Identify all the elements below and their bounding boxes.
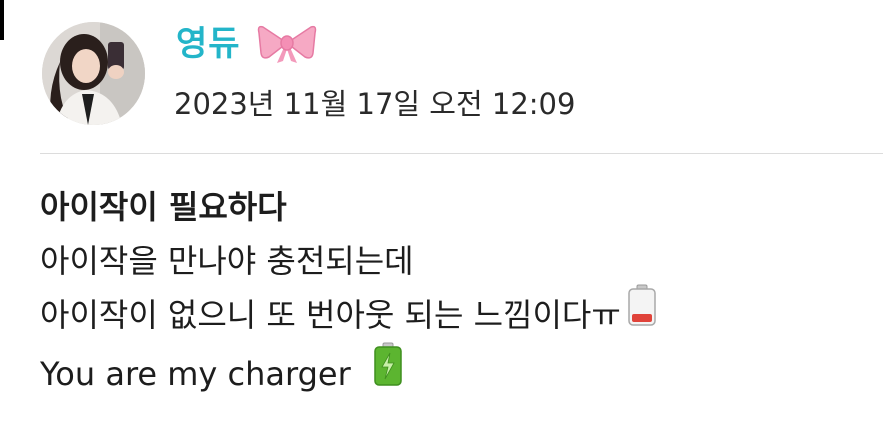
low-battery-icon [627,284,657,342]
post-line-1: 아이작이 필요하다 [40,188,287,226]
post-header: 영듀 2023년 11월 17일 오전 12:09 [0,0,883,152]
post-timestamp: 2023년 11월 17일 오전 12:09 [174,87,576,121]
post-line-3-text: 아이작이 없으니 또 번아웃 되는 느낌이다ㅠ [40,296,621,334]
full-battery-icon [373,342,403,402]
author-name-label: 영듀 [176,24,241,64]
post-card: 영듀 2023년 11월 17일 오전 12:09 아이작이 필요하다 아이작을… [0,0,883,440]
post-line-3: 아이작이 없으니 또 번아웃 되는 느낌이다ㅠ [40,284,860,346]
post-line-2: 아이작을 만나야 충전되는데 [40,242,414,280]
post-line-4-text: You are my charger [40,355,351,393]
divider [40,153,883,154]
author-name[interactable]: 영듀 [176,20,317,68]
pink-ribbon-icon [257,23,317,63]
post-line-4: You are my charger [40,342,860,406]
avatar[interactable] [42,22,145,125]
profile-photo-icon [42,22,145,125]
post-body: 아이작이 필요하다 아이작을 만나야 충전되는데 아이작이 없으니 또 번아웃 … [40,180,860,406]
